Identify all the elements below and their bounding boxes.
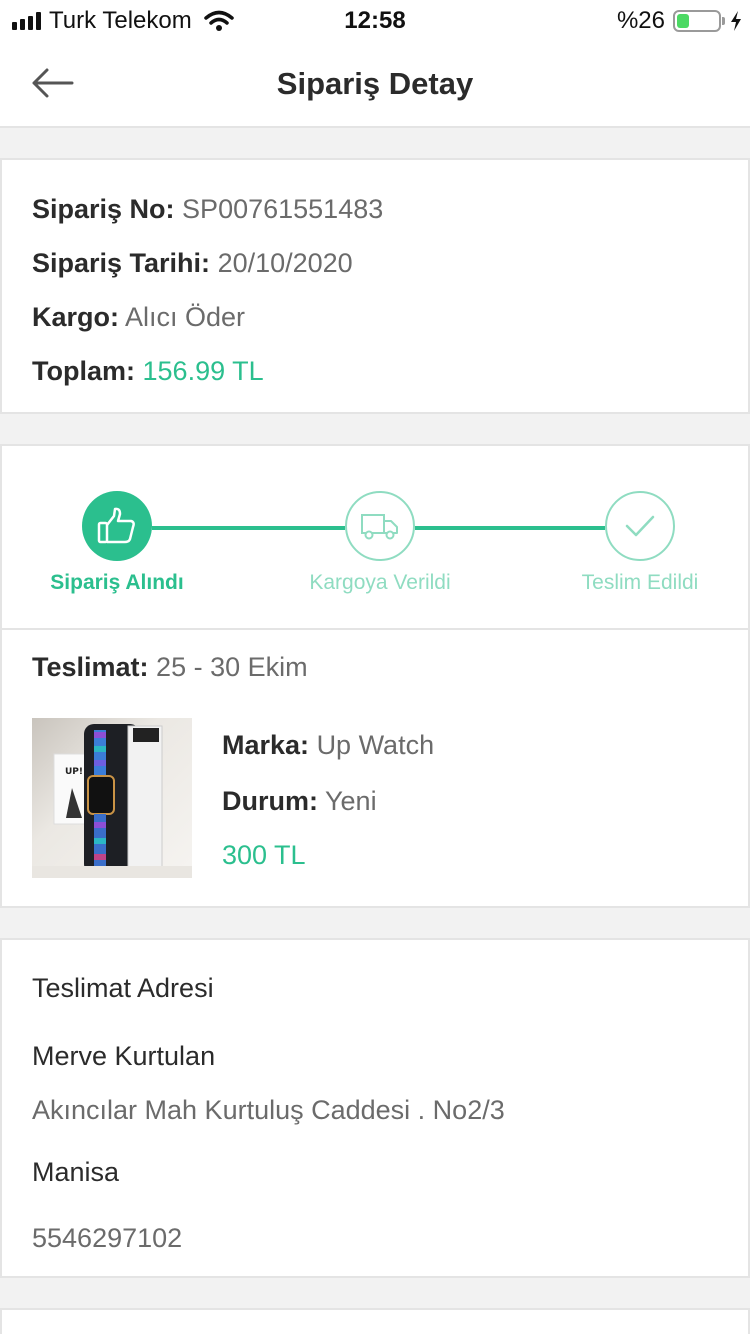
truck-icon	[361, 514, 398, 540]
order-tracker: Sipariş Alındı Kargoya Verildi Teslim Ed…	[2, 446, 748, 628]
total-label: Toplam:	[32, 356, 135, 386]
battery-icon	[673, 10, 721, 32]
tracker-line-2	[415, 526, 605, 530]
step-shipped	[345, 491, 415, 561]
battery-percent: %26	[616, 7, 665, 34]
product-price: 300 TL	[222, 840, 306, 870]
product-image[interactable]: UP!	[32, 718, 192, 878]
condition-value: Yeni	[325, 786, 377, 816]
order-date-label: Sipariş Tarihi:	[32, 248, 211, 278]
delivery-label: Teslimat:	[32, 652, 149, 682]
shipping-value: Alıcı Öder	[125, 302, 246, 332]
thumbs-up-icon	[97, 507, 135, 544]
battery-tip	[722, 17, 725, 25]
phone-number: 5546297102	[32, 1223, 183, 1253]
charging-bolt-icon	[731, 11, 741, 31]
brand-row: Marka: Up Watch	[222, 726, 434, 782]
order-info-card: Sipariş No: SP00761551483 Sipariş Tarihi…	[0, 158, 750, 414]
check-icon	[625, 515, 655, 537]
order-number-row: Sipariş No: SP00761551483	[32, 190, 718, 244]
product-info: Marka: Up Watch Durum: Yeni 300 TL	[222, 726, 434, 871]
tracker-line-1	[152, 526, 345, 530]
box-logo: UP!	[65, 767, 83, 777]
delivery-value: 25 - 30 Ekim	[156, 652, 308, 682]
shipping-row: Kargo: Alıcı Öder	[32, 298, 718, 352]
recipient-name: Merve Kurtulan	[32, 1041, 216, 1071]
step-delivered	[605, 491, 675, 561]
step-shipped-label: Kargoya Verildi	[309, 571, 451, 594]
brand-label: Marka:	[222, 730, 310, 760]
order-date-value: 20/10/2020	[217, 248, 353, 278]
address-card: Teslimat Adresi Merve Kurtulan Akıncılar…	[0, 938, 750, 1278]
next-card	[0, 1308, 750, 1334]
address-title: Teslimat Adresi	[32, 973, 214, 1003]
city: Manisa	[32, 1157, 120, 1187]
condition-row: Durum: Yeni	[222, 782, 434, 838]
shipping-label: Kargo:	[32, 302, 119, 332]
status-right: %26	[617, 7, 742, 35]
total-value: 156.99 TL	[142, 356, 264, 386]
step-ordered-label: Sipariş Alındı	[50, 571, 184, 594]
step-delivered-label: Teslim Edildi	[581, 571, 699, 594]
street-address: Akıncılar Mah Kurtuluş Caddesi . No2/3	[32, 1095, 505, 1125]
total-row: Toplam: 156.99 TL	[32, 352, 718, 406]
step-ordered	[82, 491, 152, 561]
order-number-value: SP00761551483	[182, 194, 384, 224]
watch-photo: UP!	[32, 724, 192, 878]
divider	[2, 628, 748, 630]
brand-value: Up Watch	[316, 730, 435, 760]
order-date-row: Sipariş Tarihi: 20/10/2020	[32, 244, 718, 298]
order-number-label: Sipariş No:	[32, 194, 175, 224]
page-title: Sipariş Detay	[276, 66, 474, 101]
condition-label: Durum:	[222, 786, 318, 816]
delivery-estimate-row: Teslimat: 25 - 30 Ekim	[32, 652, 308, 683]
nav-bar: Sipariş Detay	[0, 40, 750, 128]
status-bar: Turk Telekom 12:58 %26	[0, 0, 750, 40]
tracking-card: Sipariş Alındı Kargoya Verildi Teslim Ed…	[0, 444, 750, 908]
